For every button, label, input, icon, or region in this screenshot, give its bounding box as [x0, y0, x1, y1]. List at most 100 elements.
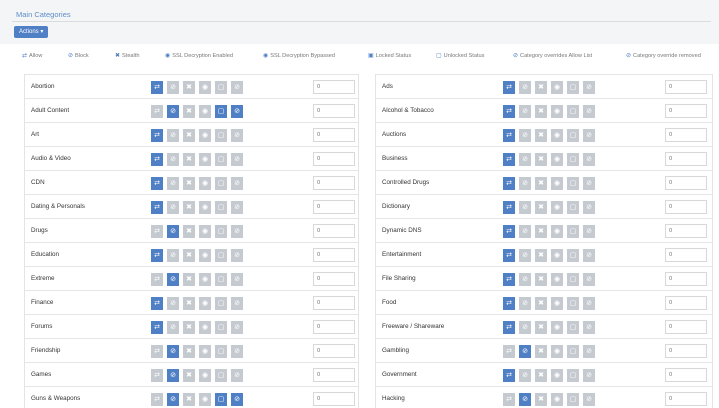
allow-toggle-button[interactable]: ⇄	[503, 273, 515, 286]
stealth-toggle-button[interactable]: ✖	[183, 129, 195, 142]
stealth-toggle-button[interactable]: ✖	[535, 201, 547, 214]
block-toggle-button[interactable]: ⊘	[167, 393, 179, 406]
eye-toggle-button[interactable]: ◉	[199, 225, 211, 238]
eye-toggle-button[interactable]: ◉	[199, 273, 211, 286]
override-toggle-button[interactable]: ⊘	[231, 393, 243, 406]
stealth-toggle-button[interactable]: ✖	[535, 177, 547, 190]
override-toggle-button[interactable]: ⊘	[231, 177, 243, 190]
block-toggle-button[interactable]: ⊘	[519, 297, 531, 310]
allow-toggle-button[interactable]: ⇄	[151, 297, 163, 310]
allow-toggle-button[interactable]: ⇄	[503, 177, 515, 190]
override-toggle-button[interactable]: ⊘	[231, 297, 243, 310]
unlock-toggle-button[interactable]: ▢	[567, 273, 579, 286]
override-toggle-button[interactable]: ⊘	[231, 249, 243, 262]
category-value-input[interactable]	[313, 200, 355, 214]
stealth-toggle-button[interactable]: ✖	[183, 177, 195, 190]
block-toggle-button[interactable]: ⊘	[167, 345, 179, 358]
category-value-input[interactable]	[313, 272, 355, 286]
allow-toggle-button[interactable]: ⇄	[151, 369, 163, 382]
stealth-toggle-button[interactable]: ✖	[183, 249, 195, 262]
allow-toggle-button[interactable]: ⇄	[151, 105, 163, 118]
unlock-toggle-button[interactable]: ▢	[215, 393, 227, 406]
eye-toggle-button[interactable]: ◉	[551, 393, 563, 406]
override-toggle-button[interactable]: ⊘	[231, 225, 243, 238]
stealth-toggle-button[interactable]: ✖	[535, 369, 547, 382]
block-toggle-button[interactable]: ⊘	[167, 105, 179, 118]
stealth-toggle-button[interactable]: ✖	[535, 345, 547, 358]
block-toggle-button[interactable]: ⊘	[167, 321, 179, 334]
allow-toggle-button[interactable]: ⇄	[503, 129, 515, 142]
category-value-input[interactable]	[313, 320, 355, 334]
category-value-input[interactable]	[313, 128, 355, 142]
allow-toggle-button[interactable]: ⇄	[151, 273, 163, 286]
override-toggle-button[interactable]: ⊘	[231, 153, 243, 166]
override-toggle-button[interactable]: ⊘	[231, 273, 243, 286]
unlock-toggle-button[interactable]: ▢	[567, 369, 579, 382]
eye-toggle-button[interactable]: ◉	[199, 369, 211, 382]
block-toggle-button[interactable]: ⊘	[167, 225, 179, 238]
eye-toggle-button[interactable]: ◉	[551, 297, 563, 310]
eye-toggle-button[interactable]: ◉	[199, 129, 211, 142]
eye-toggle-button[interactable]: ◉	[199, 321, 211, 334]
category-value-input[interactable]	[313, 80, 355, 94]
category-value-input[interactable]	[313, 248, 355, 262]
stealth-toggle-button[interactable]: ✖	[183, 297, 195, 310]
unlock-toggle-button[interactable]: ▢	[215, 129, 227, 142]
category-value-input[interactable]	[665, 320, 707, 334]
stealth-toggle-button[interactable]: ✖	[183, 105, 195, 118]
stealth-toggle-button[interactable]: ✖	[183, 225, 195, 238]
allow-toggle-button[interactable]: ⇄	[503, 105, 515, 118]
eye-toggle-button[interactable]: ◉	[551, 201, 563, 214]
block-toggle-button[interactable]: ⊘	[519, 81, 531, 94]
eye-toggle-button[interactable]: ◉	[199, 81, 211, 94]
block-toggle-button[interactable]: ⊘	[519, 177, 531, 190]
override-toggle-button[interactable]: ⊘	[583, 105, 595, 118]
block-toggle-button[interactable]: ⊘	[167, 297, 179, 310]
eye-toggle-button[interactable]: ◉	[551, 273, 563, 286]
stealth-toggle-button[interactable]: ✖	[535, 225, 547, 238]
category-value-input[interactable]	[313, 344, 355, 358]
override-toggle-button[interactable]: ⊘	[583, 273, 595, 286]
unlock-toggle-button[interactable]: ▢	[215, 249, 227, 262]
unlock-toggle-button[interactable]: ▢	[567, 393, 579, 406]
eye-toggle-button[interactable]: ◉	[551, 105, 563, 118]
block-toggle-button[interactable]: ⊘	[167, 81, 179, 94]
stealth-toggle-button[interactable]: ✖	[183, 369, 195, 382]
allow-toggle-button[interactable]: ⇄	[503, 393, 515, 406]
block-toggle-button[interactable]: ⊘	[519, 105, 531, 118]
eye-toggle-button[interactable]: ◉	[551, 177, 563, 190]
unlock-toggle-button[interactable]: ▢	[215, 201, 227, 214]
override-toggle-button[interactable]: ⊘	[583, 369, 595, 382]
eye-toggle-button[interactable]: ◉	[551, 321, 563, 334]
unlock-toggle-button[interactable]: ▢	[567, 177, 579, 190]
allow-toggle-button[interactable]: ⇄	[503, 201, 515, 214]
stealth-toggle-button[interactable]: ✖	[183, 345, 195, 358]
category-value-input[interactable]	[313, 296, 355, 310]
unlock-toggle-button[interactable]: ▢	[567, 129, 579, 142]
block-toggle-button[interactable]: ⊘	[519, 129, 531, 142]
override-toggle-button[interactable]: ⊘	[583, 177, 595, 190]
eye-toggle-button[interactable]: ◉	[551, 81, 563, 94]
eye-toggle-button[interactable]: ◉	[551, 129, 563, 142]
category-value-input[interactable]	[665, 200, 707, 214]
override-toggle-button[interactable]: ⊘	[583, 297, 595, 310]
eye-toggle-button[interactable]: ◉	[199, 297, 211, 310]
category-value-input[interactable]	[665, 176, 707, 190]
allow-toggle-button[interactable]: ⇄	[503, 249, 515, 262]
unlock-toggle-button[interactable]: ▢	[215, 297, 227, 310]
unlock-toggle-button[interactable]: ▢	[215, 177, 227, 190]
allow-toggle-button[interactable]: ⇄	[503, 153, 515, 166]
category-value-input[interactable]	[665, 368, 707, 382]
allow-toggle-button[interactable]: ⇄	[151, 393, 163, 406]
stealth-toggle-button[interactable]: ✖	[535, 393, 547, 406]
unlock-toggle-button[interactable]: ▢	[567, 201, 579, 214]
stealth-toggle-button[interactable]: ✖	[183, 201, 195, 214]
category-value-input[interactable]	[665, 272, 707, 286]
override-toggle-button[interactable]: ⊘	[583, 321, 595, 334]
allow-toggle-button[interactable]: ⇄	[503, 81, 515, 94]
category-value-input[interactable]	[665, 128, 707, 142]
eye-toggle-button[interactable]: ◉	[199, 345, 211, 358]
stealth-toggle-button[interactable]: ✖	[535, 249, 547, 262]
unlock-toggle-button[interactable]: ▢	[567, 153, 579, 166]
override-toggle-button[interactable]: ⊘	[583, 225, 595, 238]
